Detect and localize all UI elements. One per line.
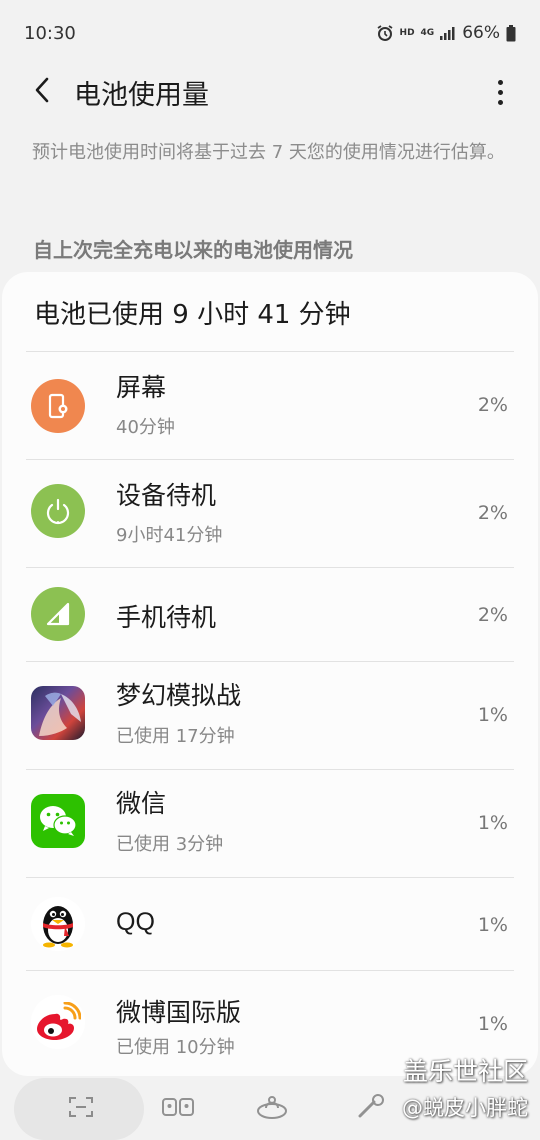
status-time: 10:30	[24, 22, 76, 44]
back-button[interactable]	[22, 72, 62, 112]
app-name: 设备待机	[116, 481, 217, 510]
app-usage-time: 已使用 17分钟	[116, 726, 235, 747]
battery-care-icon[interactable]	[252, 1092, 292, 1122]
battery-estimate-description: 预计电池使用时间将基于过去 7 天您的使用情况进行估算。	[32, 142, 505, 163]
app-usage-time: 9小时41分钟	[116, 525, 223, 546]
app-name: 手机待机	[116, 603, 217, 632]
app-percent: 1%	[477, 1013, 508, 1035]
4g-icon: 4G	[420, 27, 435, 38]
back-arrow-icon	[34, 77, 50, 107]
game-app-icon	[31, 686, 85, 740]
power-icon	[31, 484, 85, 538]
more-vertical-icon	[497, 79, 503, 85]
signal-icon	[31, 587, 85, 641]
battery-percent: 66%	[462, 23, 500, 43]
watermark-author: @蜕皮小胖蛇	[402, 1096, 528, 1120]
app-row-wechat[interactable]: 微信 已使用 3分钟 1%	[2, 770, 538, 877]
app-name: 梦幻模拟战	[116, 681, 242, 710]
app-percent: 2%	[477, 394, 508, 416]
app-name: 微博国际版	[116, 998, 242, 1027]
status-icons: HD 4G 66%	[376, 23, 516, 43]
app-row-screen[interactable]: 屏幕 40分钟 2%	[2, 352, 538, 459]
app-percent: 1%	[477, 812, 508, 834]
app-row-phone-idle[interactable]: 手机待机 2%	[2, 568, 538, 661]
app-name: 微信	[116, 789, 167, 818]
hd-icon: HD	[399, 27, 415, 38]
app-percent: 1%	[477, 704, 508, 726]
app-usage-time: 40分钟	[116, 417, 175, 438]
battery-icon	[506, 24, 516, 42]
watermark-community: 盖乐世社区	[402, 1057, 528, 1086]
wechat-icon	[31, 794, 85, 848]
app-row-qq[interactable]: QQ 1%	[2, 878, 538, 970]
scan-icon[interactable]	[61, 1092, 101, 1122]
app-percent: 2%	[477, 604, 508, 626]
more-vertical-icon-dot	[497, 89, 503, 95]
cleaner-icon[interactable]	[158, 1092, 198, 1122]
battery-usage-card: 电池已使用 9 小时 41 分钟 屏幕 40分钟 2% 设备待机 9小时41分钟…	[2, 272, 538, 1076]
app-usage-time: 已使用 3分钟	[116, 834, 224, 855]
app-name: QQ	[116, 908, 155, 936]
app-row-game[interactable]: 梦幻模拟战 已使用 17分钟 1%	[2, 662, 538, 769]
app-percent: 2%	[477, 502, 508, 524]
weibo-icon	[31, 995, 85, 1049]
page-title: 电池使用量	[74, 79, 209, 111]
more-options-button[interactable]	[488, 74, 512, 110]
signal-icon	[440, 26, 456, 40]
app-row-device-idle[interactable]: 设备待机 9小时41分钟 2%	[2, 460, 538, 567]
qq-penguin-icon	[31, 897, 85, 951]
status-bar: 10:30 HD 4G 66%	[0, 0, 540, 66]
app-percent: 1%	[477, 914, 508, 936]
app-header: 电池使用量	[0, 66, 540, 118]
app-name: 屏幕	[116, 373, 167, 402]
screen-icon	[31, 379, 85, 433]
usage-summary: 电池已使用 9 小时 41 分钟	[34, 300, 351, 330]
more-vertical-icon-dot	[497, 99, 503, 105]
tools-icon[interactable]	[352, 1092, 392, 1122]
app-usage-time: 已使用 10分钟	[116, 1037, 235, 1058]
section-heading: 自上次完全充电以来的电池使用情况	[33, 238, 353, 262]
alarm-icon	[376, 24, 394, 42]
